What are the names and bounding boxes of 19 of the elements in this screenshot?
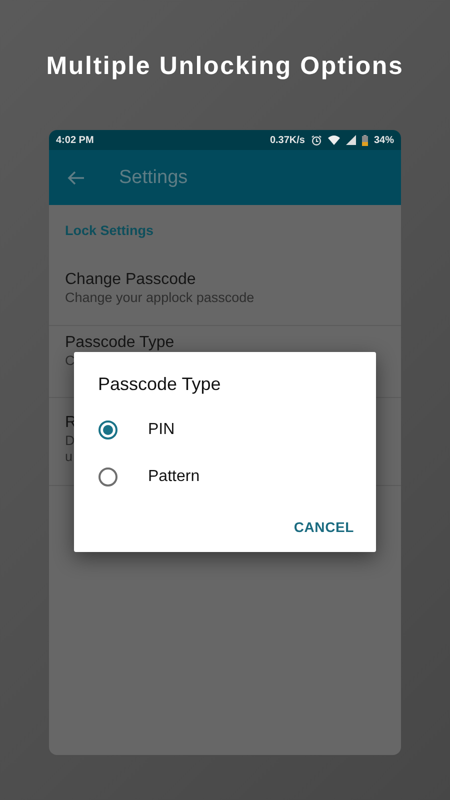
radio-icon[interactable] xyxy=(98,466,118,486)
headline: Multiple Unlocking Options xyxy=(46,51,404,82)
signal-icon xyxy=(346,135,356,145)
battery-icon xyxy=(362,134,368,146)
radio-option[interactable]: PIN xyxy=(98,406,175,453)
setting-title: Change Passcode xyxy=(65,270,196,290)
dialog-title: Passcode Type xyxy=(98,373,221,395)
alarm-icon xyxy=(310,134,322,146)
screen-title: Settings xyxy=(119,166,188,188)
setting-summary: Change your applock passcode xyxy=(65,290,254,306)
radio-selected-icon[interactable] xyxy=(98,420,118,440)
cancel-button[interactable]: CANCEL xyxy=(294,513,354,541)
wifi-icon xyxy=(328,135,340,145)
setting-title: Passcode Type xyxy=(65,333,174,353)
radio-option[interactable]: Pattern xyxy=(98,453,200,500)
battery-percent: 34% xyxy=(374,134,394,146)
network-speed: 0.37K/s xyxy=(270,134,305,146)
status-time: 4:02 PM xyxy=(56,134,94,146)
category-header: Lock Settings xyxy=(65,223,154,238)
